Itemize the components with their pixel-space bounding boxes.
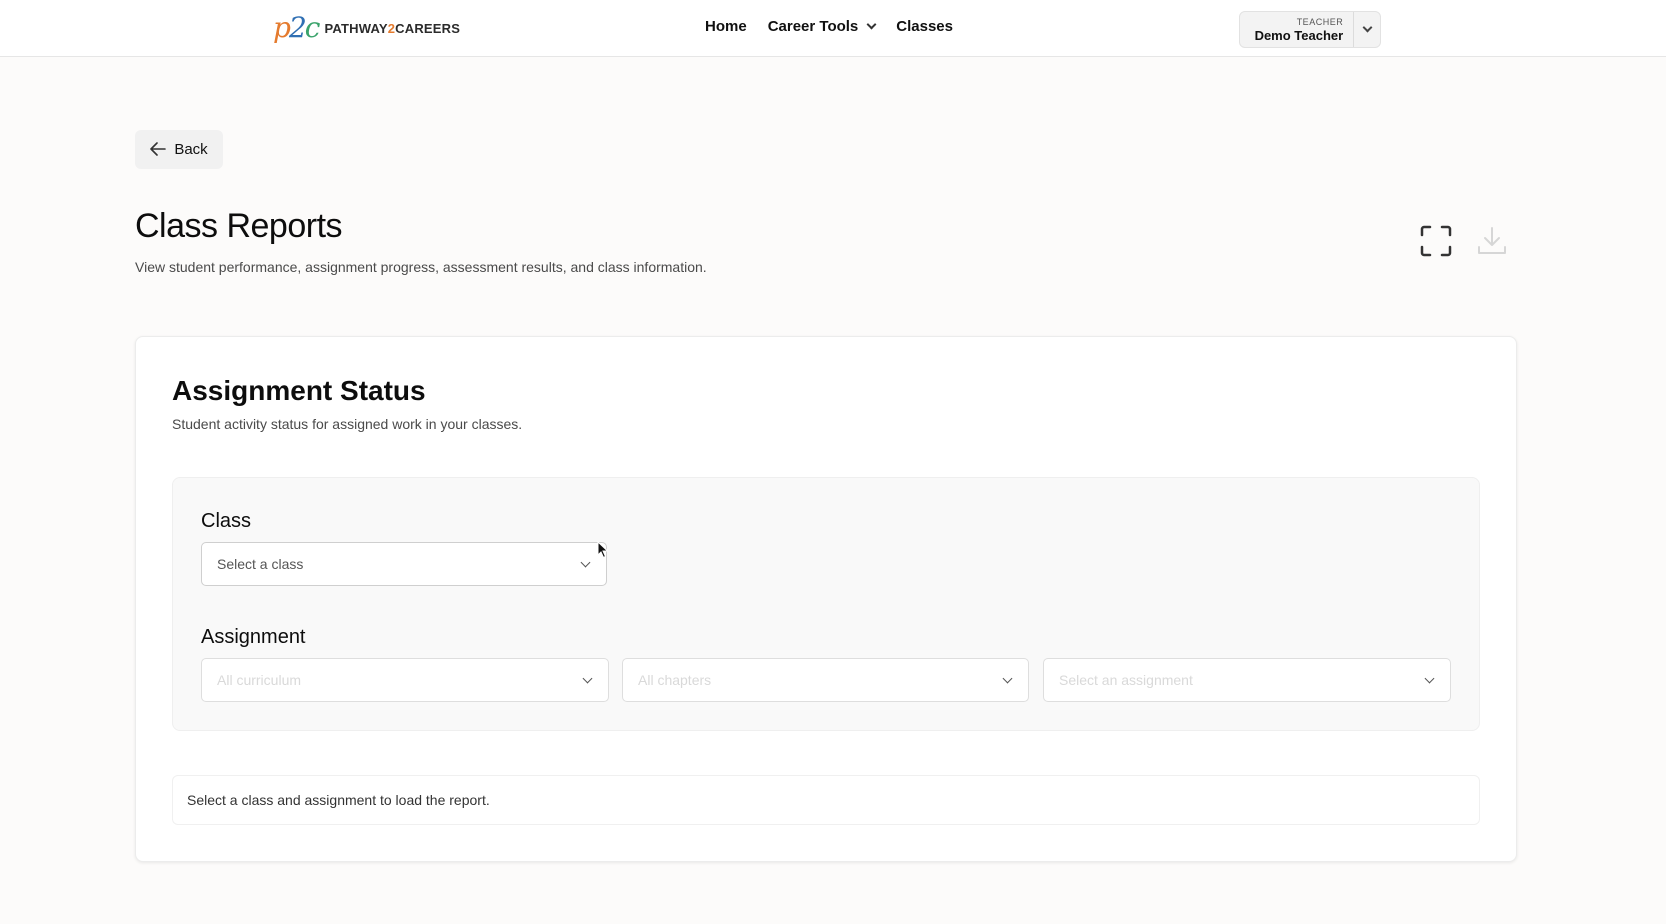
download-button[interactable] (1474, 223, 1510, 259)
report-empty-notice: Select a class and assignment to load th… (172, 775, 1480, 825)
arrow-left-icon (150, 141, 167, 159)
user-menu[interactable]: TEACHER Demo Teacher (1239, 11, 1381, 48)
class-label: Class (201, 510, 252, 532)
chevron-down-icon (866, 19, 877, 30)
nav-classes[interactable]: Classes (896, 18, 953, 35)
logo-mark: p2c (273, 11, 320, 44)
nav-career-tools[interactable]: Career Tools (768, 18, 877, 35)
curriculum-select-value: All curriculum (217, 672, 302, 688)
user-menu-toggle[interactable] (1353, 12, 1380, 47)
chapters-select[interactable]: All chapters (622, 658, 1029, 702)
nav-home[interactable]: Home (705, 18, 747, 35)
assignment-select-value: Select an assignment (1059, 672, 1193, 688)
mouse-cursor-icon (597, 541, 609, 559)
page-title: Class Reports (135, 207, 343, 245)
card-title: Assignment Status (172, 375, 426, 406)
download-icon (1478, 227, 1506, 254)
class-select[interactable]: Select a class (201, 542, 607, 586)
back-label: Back (174, 141, 208, 158)
curriculum-select[interactable]: All curriculum (201, 658, 609, 702)
chevron-down-icon (582, 673, 593, 683)
class-select-value: Select a class (217, 556, 304, 572)
logo-text: PATHWAY2CAREERS (324, 20, 461, 36)
top-navigation-bar: p2c PATHWAY2CAREERS Home Career Tools Cl… (0, 0, 1666, 57)
pathway2careers-logo[interactable]: p2c PATHWAY2CAREERS (273, 12, 460, 44)
chevron-down-icon (1424, 673, 1435, 683)
assignment-select[interactable]: Select an assignment (1043, 658, 1451, 702)
main-nav: Home Career Tools Classes (705, 18, 953, 35)
user-name: Demo Teacher (1254, 28, 1344, 43)
filters-panel: Class Select a class Assignment All curr… (172, 477, 1480, 731)
chevron-down-icon (580, 557, 591, 567)
assignment-status-card: Assignment Status Student activity statu… (135, 336, 1517, 862)
chevron-down-icon (1002, 673, 1013, 683)
card-subtitle: Student activity status for assigned wor… (172, 416, 523, 432)
back-button[interactable]: Back (135, 130, 223, 169)
chevron-down-icon (1362, 22, 1373, 33)
fullscreen-button[interactable] (1418, 223, 1454, 259)
user-info: TEACHER Demo Teacher (1240, 12, 1353, 47)
chapters-select-value: All chapters (638, 672, 712, 688)
page-subtitle: View student performance, assignment pro… (135, 259, 707, 275)
assignment-label: Assignment (201, 626, 306, 648)
user-role: TEACHER (1296, 17, 1344, 27)
fullscreen-icon (1420, 225, 1452, 257)
